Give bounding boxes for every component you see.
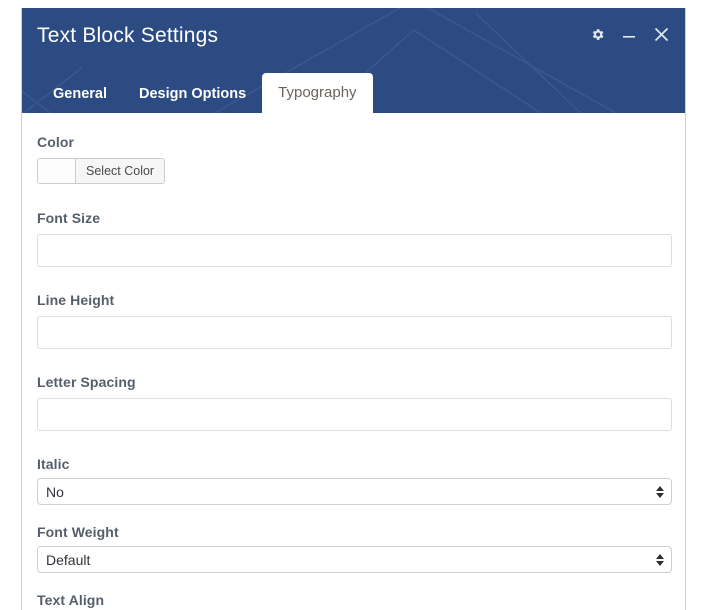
italic-select[interactable]: No bbox=[37, 478, 672, 505]
font-weight-select[interactable]: Default bbox=[37, 546, 672, 573]
color-label: Color bbox=[37, 134, 75, 150]
font-weight-select-wrap: Default bbox=[37, 546, 672, 573]
modal-header: Text Block Settings General Design Optio… bbox=[22, 8, 685, 113]
tab-typography[interactable]: Typography bbox=[262, 73, 373, 113]
screen: Text Block Settings General Design Optio… bbox=[0, 0, 707, 610]
tab-bar: General Design Options Typography bbox=[37, 73, 373, 113]
italic-label: Italic bbox=[37, 456, 70, 472]
letter-spacing-input[interactable] bbox=[37, 398, 672, 431]
window-controls bbox=[587, 23, 671, 45]
color-picker-group: Select Color bbox=[37, 158, 166, 184]
font-size-label: Font Size bbox=[37, 210, 101, 226]
line-height-input[interactable] bbox=[37, 316, 672, 349]
field-italic: Italic No bbox=[37, 456, 672, 505]
typography-panel: Color Select Color Font Size Line Height… bbox=[22, 113, 685, 610]
close-icon[interactable] bbox=[651, 23, 671, 45]
minimize-icon[interactable] bbox=[619, 23, 639, 45]
select-color-button[interactable]: Select Color bbox=[76, 159, 165, 183]
font-weight-label: Font Weight bbox=[37, 524, 119, 540]
italic-select-wrap: No bbox=[37, 478, 672, 505]
font-size-input[interactable] bbox=[37, 234, 672, 267]
field-color: Color Select Color bbox=[37, 134, 670, 210]
tab-design-options[interactable]: Design Options bbox=[123, 75, 262, 113]
field-font-weight: Font Weight Default bbox=[37, 524, 672, 573]
text-block-settings-modal: Text Block Settings General Design Optio… bbox=[21, 8, 686, 610]
field-line-height: Line Height bbox=[37, 292, 672, 349]
page-title: Text Block Settings bbox=[37, 24, 219, 47]
letter-spacing-label: Letter Spacing bbox=[37, 374, 136, 390]
line-height-label: Line Height bbox=[37, 292, 115, 308]
tab-general[interactable]: General bbox=[37, 75, 123, 113]
field-letter-spacing: Letter Spacing bbox=[37, 374, 672, 431]
color-swatch[interactable] bbox=[38, 159, 76, 183]
field-text-align: Text Align Default bbox=[37, 592, 670, 610]
gear-icon[interactable] bbox=[587, 23, 607, 45]
field-font-size: Font Size bbox=[37, 210, 672, 267]
text-align-label: Text Align bbox=[37, 592, 105, 608]
